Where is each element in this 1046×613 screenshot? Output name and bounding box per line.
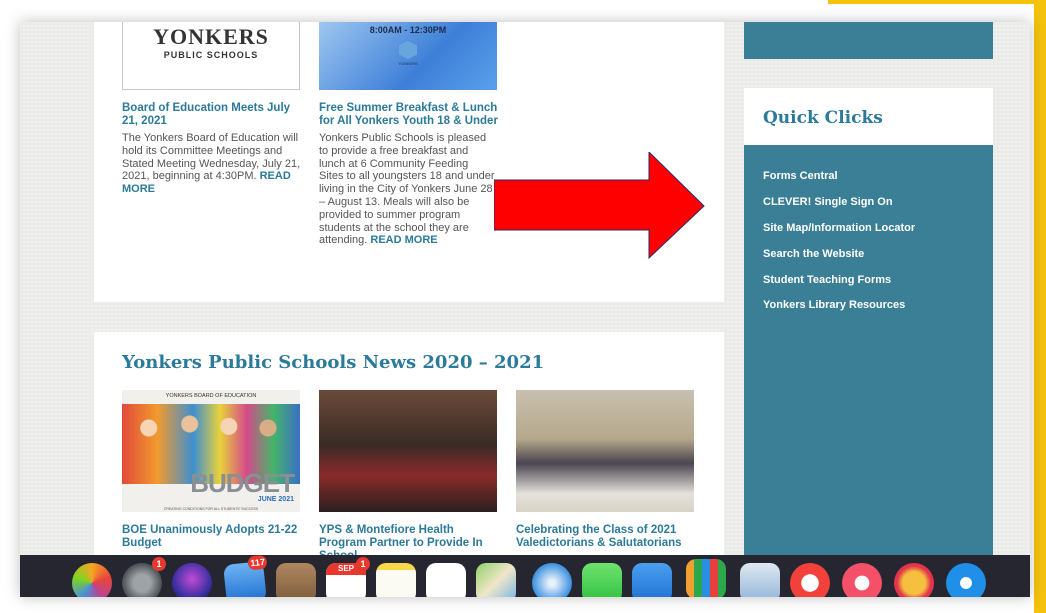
preview-icon[interactable] <box>740 563 780 597</box>
cube-logo-icon <box>399 41 417 59</box>
safari-icon[interactable] <box>532 563 572 597</box>
photo-booth-icon[interactable] <box>894 563 934 597</box>
post-excerpt-text: Yonkers Public Schools is pleased to pro… <box>319 132 495 247</box>
notification-badge: 1 <box>356 557 370 571</box>
yonkers-logo-thumbnail[interactable]: YONKERS PUBLIC SCHOOLS <box>122 22 300 90</box>
siri-icon[interactable] <box>172 563 212 597</box>
quick-clicks-list: Forms Central CLEVER! Single Sign On Sit… <box>763 169 915 324</box>
post-excerpt-summer-meals: Yonkers Public Schools is pleased to pro… <box>319 132 495 247</box>
calendar-icon[interactable]: SEP 1 <box>326 557 370 597</box>
post-title-board-meeting[interactable]: Board of Education Meets July 21, 2021 <box>122 102 304 128</box>
quick-link-clever-sso[interactable]: CLEVER! Single Sign On <box>763 195 915 221</box>
read-more-link[interactable]: READ MORE <box>370 234 437 246</box>
facetime-icon[interactable] <box>582 563 622 597</box>
news-heading: Yonkers Public Schools News 2020 – 2021 <box>122 352 545 373</box>
quick-clicks-title: Quick Clicks <box>763 108 883 128</box>
budget-news-image[interactable]: YONKERS BOARD OF EDUCATION BUDGET JUNE 2… <box>122 390 300 512</box>
notification-badge: 1 <box>152 557 166 571</box>
quick-link-forms-central[interactable]: Forms Central <box>763 169 915 195</box>
ribbon-cutting-news-image[interactable] <box>319 390 497 512</box>
music-icon[interactable] <box>842 563 882 597</box>
photos-icon[interactable] <box>72 563 112 597</box>
sidebar-top-panel <box>744 22 993 59</box>
quick-link-search-website[interactable]: Search the Website <box>763 247 915 273</box>
numbers-icon[interactable] <box>686 559 726 597</box>
logo-wordmark: YONKERS <box>153 24 269 49</box>
web-page[interactable]: YONKERS PUBLIC SCHOOLS 8:00AM - 12:30PM … <box>20 22 1030 555</box>
graduates-news-image[interactable] <box>516 390 694 512</box>
news-title-class-of-2021[interactable]: Celebrating the Class of 2021 Valedictor… <box>516 524 696 550</box>
logo-subtitle: PUBLIC SCHOOLS <box>163 50 259 60</box>
browser-viewport: YONKERS PUBLIC SCHOOLS 8:00AM - 12:30PM … <box>20 22 1030 597</box>
news-title-budget[interactable]: BOE Unanimously Adopts 21-22 Budget <box>122 524 302 550</box>
notes-brown-icon[interactable] <box>276 563 316 597</box>
quick-link-site-map[interactable]: Site Map/Information Locator <box>763 221 915 247</box>
news-title-montefiore[interactable]: YPS & Montefiore Health Program Partner … <box>319 524 499 555</box>
keynote-icon[interactable] <box>632 563 672 597</box>
red-arrow-annotation <box>494 152 705 260</box>
quick-link-student-teaching-forms[interactable]: Student Teaching Forms <box>763 273 915 299</box>
thumbnail-time: 8:00AM - 12:30PM <box>369 25 447 35</box>
highlight-border-right <box>1034 0 1046 613</box>
breakfast-lunch-thumbnail[interactable]: 8:00AM - 12:30PM YONKERS <box>319 22 497 90</box>
post-excerpt-board-meeting: The Yonkers Board of Education will hold… <box>122 132 302 196</box>
mail-icon[interactable]: 117 <box>223 555 268 597</box>
budget-image-header: YONKERS BOARD OF EDUCATION <box>165 393 257 399</box>
news-card: Yonkers Public Schools News 2020 – 2021 … <box>94 332 724 555</box>
quick-clicks-header: Quick Clicks <box>744 88 993 145</box>
notes-icon[interactable] <box>376 563 416 597</box>
maps-icon[interactable] <box>476 563 516 597</box>
quick-link-library-resources[interactable]: Yonkers Library Resources <box>763 298 915 324</box>
budget-image-tagline: CREATING CONDITIONS FOR ALL STUDENTS' SU… <box>163 507 259 511</box>
budget-image-date: JUNE 2021 <box>257 496 294 503</box>
quick-clicks-panel: Forms Central CLEVER! Single Sign On Sit… <box>744 145 993 555</box>
notification-badge: 117 <box>247 555 268 571</box>
xcode-icon[interactable] <box>946 563 986 597</box>
post-title-summer-meals[interactable]: Free Summer Breakfast & Lunch for All Yo… <box>319 102 499 128</box>
news-icon[interactable] <box>790 563 830 597</box>
highlight-border-top <box>828 0 1046 4</box>
budget-image-word: BUDGET <box>190 468 295 498</box>
macos-dock: 1 117 SEP 1 <box>20 555 1030 597</box>
reminders-icon[interactable] <box>426 563 466 597</box>
thumbnail-subtitle: YONKERS <box>398 61 418 66</box>
system-preferences-icon[interactable]: 1 <box>122 557 166 597</box>
